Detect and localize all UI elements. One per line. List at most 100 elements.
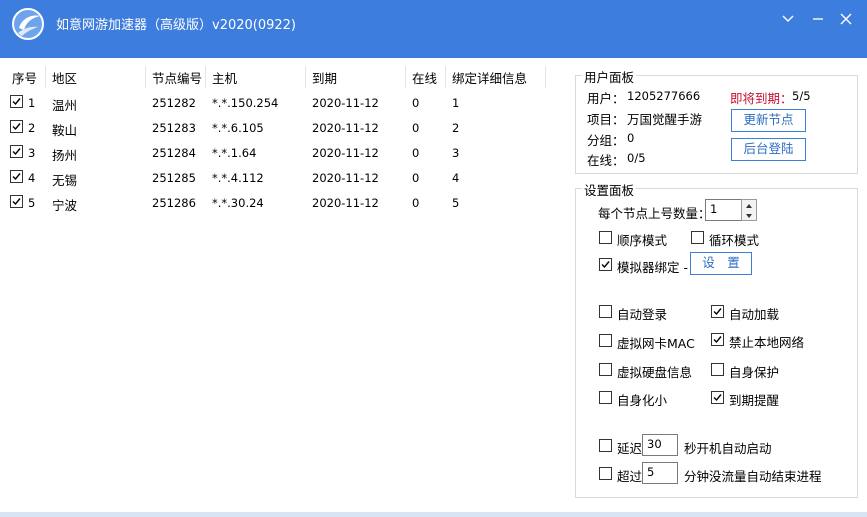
column-divider (445, 66, 446, 88)
per-node-label: 每个节点上号数量： (598, 206, 711, 221)
self-minimize-checkbox[interactable] (599, 391, 612, 404)
table-row[interactable]: 5 宁波 251286 *.*.30.24 2020-11-12 0 5 (0, 192, 572, 217)
row-region: 鞍山 (52, 123, 78, 138)
timeout-suffix: 分钟没流量自动结束进程 (684, 469, 822, 484)
block-local-net-checkbox[interactable] (711, 333, 724, 346)
column-header-expire[interactable]: 到期 (312, 68, 337, 88)
window-title: 如意网游加速器（高级版）v2020(0922) (56, 18, 297, 33)
backend-login-button[interactable]: 后台登陆 (731, 138, 806, 161)
row-index: 1 (28, 96, 36, 110)
update-nodes-button[interactable]: 更新节点 (731, 109, 806, 132)
row-node: 251283 (152, 121, 196, 135)
auto-load-checkbox[interactable] (711, 305, 724, 318)
row-host: *.*.150.254 (212, 96, 279, 110)
seq-mode-label: 顺序模式 (617, 233, 668, 248)
column-header-region[interactable]: 地区 (52, 68, 77, 88)
delay-suffix: 秒开机自动启动 (684, 441, 772, 456)
row-node: 251282 (152, 96, 196, 110)
row-online: 0 (412, 196, 420, 210)
row-bind: 3 (452, 146, 460, 160)
row-index: 5 (28, 196, 36, 210)
row-online: 0 (412, 171, 420, 185)
row-node: 251285 (152, 171, 196, 185)
expire-remind-label: 到期提醒 (729, 393, 780, 408)
row-checkbox[interactable] (10, 170, 23, 183)
per-node-input[interactable]: 1 (705, 199, 742, 221)
row-online: 0 (412, 121, 420, 135)
row-index: 3 (28, 146, 36, 160)
column-header-node[interactable]: 节点编号 (152, 68, 202, 88)
seq-mode-checkbox[interactable] (599, 231, 612, 244)
virtual-mac-checkbox[interactable] (599, 334, 612, 347)
row-expire: 2020-11-12 (312, 196, 379, 210)
row-region: 扬州 (52, 148, 78, 163)
row-online: 0 (412, 146, 420, 160)
row-expire: 2020-11-12 (312, 171, 379, 185)
loop-mode-label: 循环模式 (709, 233, 760, 248)
block-local-net-label: 禁止本地网络 (729, 335, 805, 350)
delay-seconds-input[interactable]: 30 (642, 434, 678, 456)
row-expire: 2020-11-12 (312, 146, 379, 160)
delay-checkbox[interactable] (599, 439, 612, 452)
app-logo-icon (10, 6, 46, 42)
virtual-disk-label: 虚拟硬盘信息 (617, 365, 693, 380)
user-panel-title: 用户面板 (582, 67, 637, 86)
table-row[interactable]: 1 温州 251282 *.*.150.254 2020-11-12 0 1 (0, 92, 572, 117)
table-row[interactable]: 2 鞍山 251283 *.*.6.105 2020-11-12 0 2 (0, 117, 572, 142)
row-index: 4 (28, 171, 36, 185)
self-protect-checkbox[interactable] (711, 363, 724, 376)
column-divider (205, 66, 206, 88)
row-bind: 5 (452, 196, 460, 210)
window-bottom-edge (0, 512, 867, 517)
spin-down-icon[interactable] (742, 210, 756, 220)
timeout-checkbox[interactable] (599, 467, 612, 480)
spin-up-icon[interactable] (742, 200, 756, 210)
table-row[interactable]: 3 扬州 251284 *.*.1.64 2020-11-12 0 3 (0, 142, 572, 167)
column-header-online[interactable]: 在线 (412, 68, 437, 88)
emulator-bind-checkbox[interactable] (599, 258, 612, 271)
minimize-window-icon[interactable] (806, 8, 830, 30)
auto-login-label: 自动登录 (617, 307, 668, 322)
row-online: 0 (412, 96, 420, 110)
user-label: 用户： (587, 91, 625, 106)
expiring-value: 5/5 (792, 89, 811, 103)
expiring-label: 即将到期： (730, 91, 793, 106)
per-node-spinner[interactable] (741, 199, 757, 221)
column-header-host[interactable]: 主机 (212, 68, 237, 88)
row-bind: 4 (452, 171, 460, 185)
auto-load-label: 自动加载 (729, 307, 780, 322)
user-panel: 用户面板 用户： 1205277666 即将到期： 5/5 项目： 万国觉醒手游… (575, 67, 858, 174)
self-minimize-label: 自身化小 (617, 393, 668, 408)
row-region: 温州 (52, 98, 78, 113)
timeout-minutes-input[interactable]: 5 (642, 462, 678, 484)
column-header-bind-info[interactable]: 绑定详细信息 (452, 68, 527, 88)
row-bind: 1 (452, 96, 460, 110)
row-expire: 2020-11-12 (312, 96, 379, 110)
row-node: 251284 (152, 146, 196, 160)
column-divider (305, 66, 306, 88)
row-checkbox[interactable] (10, 120, 23, 133)
row-index: 2 (28, 121, 36, 135)
row-checkbox[interactable] (10, 145, 23, 158)
loop-mode-checkbox[interactable] (691, 231, 704, 244)
column-header-index[interactable]: 序号 (12, 68, 37, 88)
title-bar: 如意网游加速器（高级版）v2020(0922) (0, 0, 867, 58)
row-node: 251286 (152, 196, 196, 210)
auto-login-checkbox[interactable] (599, 305, 612, 318)
emulator-bind-label: 模拟器绑定 - (617, 260, 688, 275)
column-divider (45, 66, 46, 88)
expire-remind-checkbox[interactable] (711, 391, 724, 404)
virtual-disk-checkbox[interactable] (599, 363, 612, 376)
row-checkbox[interactable] (10, 95, 23, 108)
online-label: 在线： (587, 153, 625, 168)
emulator-settings-button[interactable]: 设 置 (690, 252, 752, 275)
row-host: *.*.4.112 (212, 171, 264, 185)
close-icon[interactable] (834, 8, 858, 30)
online-value: 0/5 (627, 151, 646, 165)
row-checkbox[interactable] (10, 195, 23, 208)
row-host: *.*.30.24 (212, 196, 264, 210)
user-value: 1205277666 (627, 89, 701, 103)
node-list[interactable]: 序号 地区 节点编号 主机 到期 在线 绑定详细信息 1 温州 251282 *… (0, 58, 572, 512)
minimize-icon[interactable] (776, 8, 800, 30)
table-row[interactable]: 4 无锡 251285 *.*.4.112 2020-11-12 0 4 (0, 167, 572, 192)
